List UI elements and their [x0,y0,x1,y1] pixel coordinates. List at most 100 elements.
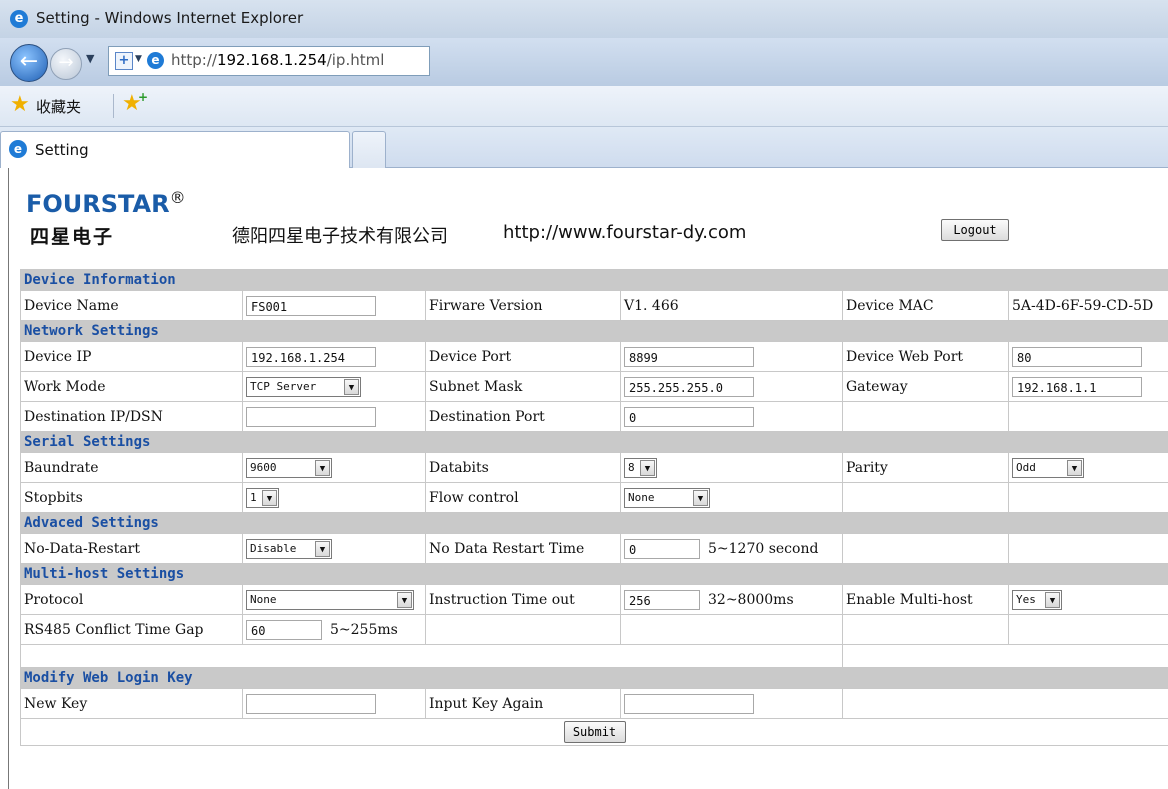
content-border [8,168,9,789]
table-row: No-Data-Restart Disable ▼ No Data Restart… [20,533,1168,564]
table-row: Device IP 192.168.1.254 Device Port 8899… [20,341,1168,372]
flow-control-value: None [628,490,655,504]
chevron-down-icon[interactable]: ▼ [315,540,330,557]
new-key-label: New Key [20,688,243,719]
favorites-bar: ★ 收藏夹 ★ + [0,86,1168,127]
destination-ip-input[interactable] [246,406,376,427]
table-row: RS485 Conflict Time Gap 60 5~255ms [20,614,1168,645]
protocol-select[interactable]: None ▼ [246,589,414,610]
registered-mark: ® [169,188,186,207]
instruction-timeout-input[interactable]: 256 [624,589,700,610]
device-mac-label: Device MAC [842,290,1009,321]
empty-cell [1008,533,1168,564]
section-advanced-settings: Advaced Settings [20,512,1168,534]
section-header: Multi-host Settings [20,563,1168,585]
firmware-version-label: Firware Version [425,290,621,321]
logo-chinese: 四星电子 [30,226,115,248]
history-dropdown-icon[interactable]: ▼ [86,52,94,65]
destination-port-label: Destination Port [425,401,621,432]
device-ip-input[interactable]: 192.168.1.254 [246,346,376,367]
no-data-restart-label: No-Data-Restart [20,533,243,564]
chevron-down-icon[interactable]: ▼ [640,459,655,476]
device-ip-label: Device IP [20,341,243,372]
input-key-again-input[interactable] [624,693,754,714]
baudrate-select[interactable]: 9600 ▼ [246,457,332,478]
section-header: Network Settings [20,320,1168,342]
section-modify-login-key: Modify Web Login Key [20,667,1168,689]
chevron-down-icon[interactable]: ▼ [344,378,359,395]
empty-cell [842,688,1168,719]
flow-control-select[interactable]: None ▼ [624,487,710,508]
empty-cell [842,401,1009,432]
logout-button[interactable]: Logout [941,219,1009,241]
chevron-down-icon[interactable]: ▼ [315,459,330,476]
subnet-mask-input[interactable]: 255.255.255.0 [624,376,754,397]
instruction-timeout-label: Instruction Time out [425,584,621,615]
section-header: Device Information [20,269,1168,291]
device-mac-value: 5A-4D-6F-59-CD-5D [1008,290,1168,321]
no-data-restart-select[interactable]: Disable ▼ [246,538,332,559]
logo-text: FOURSTAR [26,190,170,218]
back-icon[interactable]: ← [10,44,48,82]
gateway-label: Gateway [842,371,1009,402]
stopbits-value: 1 [250,490,257,504]
tab-setting[interactable]: e Setting [0,131,350,168]
favorites-star-icon[interactable]: ★ [10,92,30,117]
parity-select[interactable]: Odd ▼ [1012,457,1084,478]
favorites-button[interactable]: 收藏夹 [36,96,81,117]
chevron-down-icon[interactable]: ▼ [1067,459,1082,476]
chevron-down-icon[interactable]: ▼ [397,591,412,608]
url-path: /ip.html [326,51,385,69]
empty-cell [620,614,843,645]
company-name: 德阳四星电子技术有限公司 [232,226,448,247]
work-mode-select[interactable]: TCP Server ▼ [246,376,361,397]
device-web-port-label: Device Web Port [842,341,1009,372]
empty-cell [1008,614,1168,645]
section-network-settings: Network Settings [20,320,1168,342]
enable-multi-host-select[interactable]: Yes ▼ [1012,589,1062,610]
chevron-down-icon[interactable]: ▼ [262,489,277,506]
window-title: Setting - Windows Internet Explorer [36,9,304,27]
databits-value: 8 [628,460,635,474]
empty-cell [1008,482,1168,513]
device-port-label: Device Port [425,341,621,372]
parity-value: Odd [1016,460,1036,474]
flow-control-label: Flow control [425,482,621,513]
conflict-time-gap-label: RS485 Conflict Time Gap [20,614,243,645]
section-header: Advaced Settings [20,512,1168,534]
restart-time-label: No Data Restart Time [425,533,621,564]
gateway-input[interactable]: 192.168.1.1 [1012,376,1142,397]
forward-icon[interactable]: → [50,48,82,80]
page-icon[interactable]: + [115,52,133,70]
ie-icon: e [10,10,28,28]
protocol-label: Protocol [20,584,243,615]
stopbits-select[interactable]: 1 ▼ [246,487,279,508]
chevron-down-icon[interactable]: ▼ [135,54,142,64]
submit-cell: Submit [20,718,1168,746]
address-bar[interactable]: + ▼ e http://192.168.1.254/ip.html [108,46,430,76]
section-header: Serial Settings [20,431,1168,453]
device-port-input[interactable]: 8899 [624,346,754,367]
device-name-input[interactable]: FS001 [246,295,376,316]
device-web-port-input[interactable]: 80 [1012,346,1142,367]
empty-cell [20,644,843,668]
parity-label: Parity [842,452,1009,483]
address-url[interactable]: http://192.168.1.254/ip.html [171,51,384,69]
databits-select[interactable]: 8 ▼ [624,457,657,478]
work-mode-value: TCP Server [250,379,317,393]
chevron-down-icon[interactable]: ▼ [693,489,708,506]
chevron-down-icon[interactable]: ▼ [1045,591,1060,608]
submit-button[interactable]: Submit [563,721,626,743]
table-row: Stopbits 1 ▼ Flow control None ▼ [20,482,1168,513]
table-row: Device Name FS001 Firware Version V1. 46… [20,290,1168,321]
new-tab-button[interactable] [352,131,386,168]
table-row: Submit [20,718,1168,746]
empty-cell [425,614,621,645]
ie-icon: e [9,140,27,158]
toolbar-divider [113,94,114,118]
conflict-time-gap-input[interactable]: 60 [246,619,322,640]
destination-port-input[interactable]: 0 [624,406,754,427]
restart-time-input[interactable]: 0 [624,538,700,559]
new-key-input[interactable] [246,693,376,714]
plus-icon: + [138,90,149,104]
